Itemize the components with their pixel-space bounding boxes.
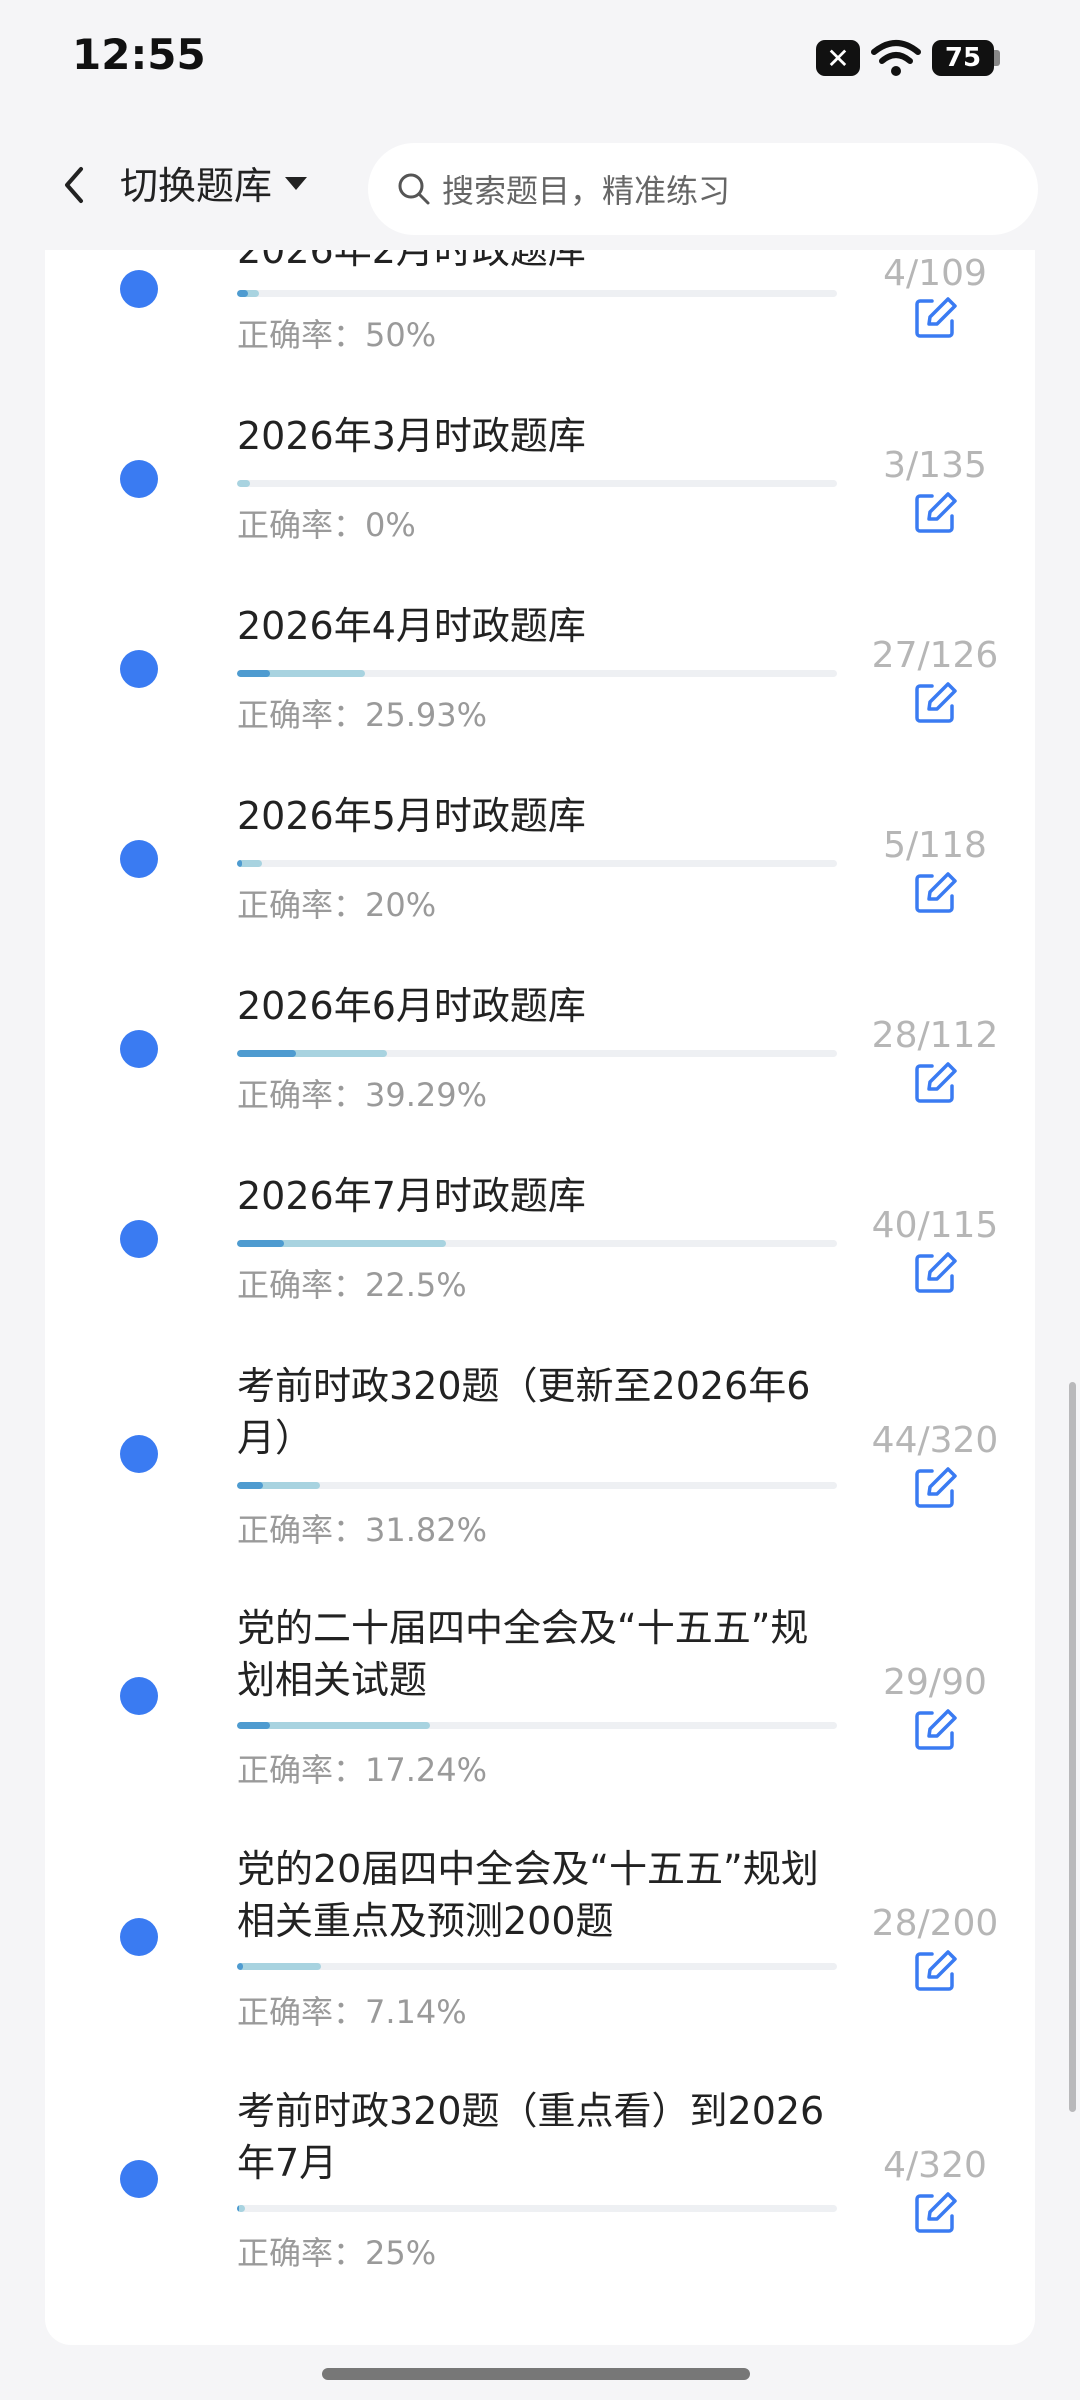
item-title: 2026年3月时政题库 [237,414,586,458]
accuracy-text: 正确率：17.24% [237,1751,488,1789]
sim-off-icon: ✕ [816,40,860,76]
progress-count: 28/112 [871,1015,999,1056]
status-dot [120,1220,158,1258]
progress-count: 40/115 [871,1205,999,1246]
top-nav: 切换题库 搜索题目，精准练习 [0,125,1080,250]
progress-bar [237,1050,837,1057]
item-title: 2026年6月时政题库 [237,984,586,1028]
status-icons: ✕ 75 [816,38,1002,78]
search-input[interactable]: 搜索题目，精准练习 [368,143,1038,235]
status-dot [120,650,158,688]
edit-icon[interactable] [912,490,958,536]
battery-level: 75 [932,40,994,76]
status-dot [120,2160,158,2198]
edit-icon[interactable] [912,2190,958,2236]
status-dot [120,1030,158,1068]
item-title: 党的20届四中全会及“十五五”规划相关重点及预测200题 [237,1847,819,1943]
progress-count: 29/90 [883,1662,987,1703]
edit-icon[interactable] [912,680,958,726]
switch-bank-label: 切换题库 [120,164,273,208]
item-title: 2026年5月时政题库 [237,794,586,838]
caret-down-icon [285,176,308,190]
status-bar: 12:55 ✕ 75 [0,0,1080,120]
progress-count: 28/200 [871,1903,999,1944]
accuracy-text: 正确率：25% [237,2234,437,2272]
edit-icon[interactable] [912,1465,958,1511]
chevron-left-icon [65,167,83,203]
progress-correct [237,1722,271,1729]
wifi-icon [871,40,921,76]
progress-correct [237,1482,264,1489]
status-dot [120,460,158,498]
accuracy-text: 正确率：20% [237,886,437,924]
edit-icon[interactable] [912,870,958,916]
scrollbar[interactable] [1069,1382,1076,2112]
item-title: 2026年7月时政题库 [237,1174,586,1218]
item-title: 2026年4月时政题库 [237,604,586,648]
edit-icon[interactable] [912,295,958,341]
progress-bar [237,1240,837,1247]
back-button[interactable] [40,150,110,220]
progress-correct [237,1963,243,1970]
progress-count: 44/320 [871,1420,999,1461]
progress-answered [237,480,251,487]
search-placeholder: 搜索题目，精准练习 [442,172,731,210]
progress-bar [237,2205,837,2212]
progress-bar [237,860,837,867]
status-dot [120,270,158,308]
progress-correct [237,1050,296,1057]
item-title: 考前时政320题（重点看）到2026年7月 [237,2089,825,2185]
item-title: 党的二十届四中全会及“十五五”规划相关试题 [237,1606,809,1702]
search-icon [398,173,430,205]
accuracy-text: 正确率：39.29% [237,1076,488,1114]
progress-count: 3/135 [883,445,987,486]
status-dot [120,840,158,878]
progress-bar [237,480,837,487]
accuracy-text: 正确率：22.5% [237,1266,467,1304]
edit-icon[interactable] [912,1948,958,1994]
progress-bar [237,290,837,297]
status-dot [120,1435,158,1473]
progress-correct [237,2205,239,2212]
progress-answered [237,1963,321,1970]
progress-correct [237,670,271,677]
status-dot [120,1677,158,1715]
progress-bar [237,1722,837,1729]
progress-correct [237,860,243,867]
item-title: 考前时政320题（更新至2026年6月） [237,1364,811,1460]
progress-count: 4/320 [883,2145,987,2186]
home-indicator[interactable] [322,2368,750,2380]
item-title: 2026年2月时政题库 [237,250,586,272]
progress-count: 27/126 [871,635,999,676]
battery-icon: 75 [932,38,1002,78]
accuracy-text: 正确率：7.14% [237,1993,467,2031]
progress-count: 4/109 [883,253,987,294]
switch-bank-dropdown[interactable]: 切换题库 [120,155,310,210]
accuracy-text: 正确率：0% [237,506,416,544]
status-dot [120,1918,158,1956]
progress-correct [237,1240,284,1247]
accuracy-text: 正确率：50% [237,316,437,354]
progress-count: 5/118 [883,825,987,866]
accuracy-text: 正确率：25.93% [237,696,488,734]
edit-icon[interactable] [912,1707,958,1753]
status-time: 12:55 [72,30,206,79]
accuracy-text: 正确率：31.82% [237,1511,488,1549]
edit-icon[interactable] [912,1060,958,1106]
progress-bar [237,670,837,677]
edit-icon[interactable] [912,1250,958,1296]
question-bank-list: 2026年2月时政题库正确率：50% 4/109 2026年3月时政题库正确率：0%… [45,250,1035,2345]
progress-bar [237,1963,837,1970]
progress-bar [237,1482,837,1489]
progress-correct [237,290,249,297]
